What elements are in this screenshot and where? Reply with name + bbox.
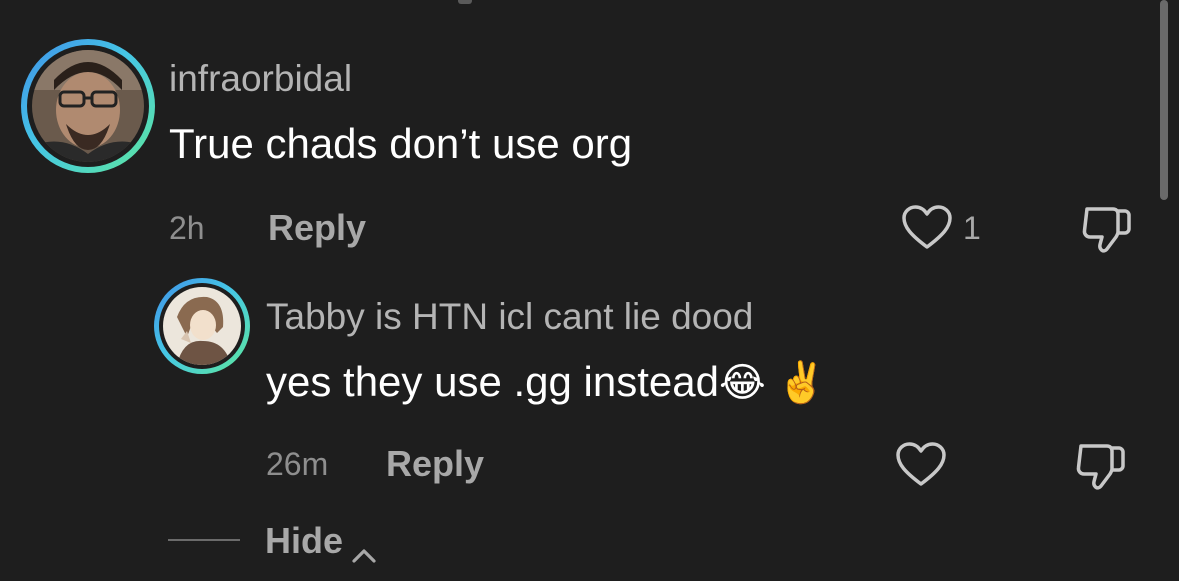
heart-outline-icon[interactable] bbox=[901, 205, 953, 251]
reply-reply-button[interactable]: Reply bbox=[386, 444, 484, 484]
reply-thumbs-down-outline-icon[interactable] bbox=[1074, 440, 1128, 492]
comment-like-count: 1 bbox=[963, 210, 981, 246]
reply-username[interactable]: Tabby is HTN icl cant lie dood bbox=[266, 297, 753, 337]
comment-timestamp: 2h bbox=[169, 210, 205, 246]
avatar[interactable] bbox=[21, 39, 155, 173]
reply-timestamp: 26m bbox=[266, 446, 329, 482]
top-edge-marker bbox=[458, 0, 472, 4]
thread-divider bbox=[168, 539, 240, 541]
hide-replies-label: Hide bbox=[265, 520, 344, 561]
avatar-photo bbox=[32, 50, 144, 162]
reply-heart-outline-icon[interactable] bbox=[895, 442, 947, 488]
comment-reply-button[interactable]: Reply bbox=[268, 208, 366, 248]
hide-replies-button[interactable]: Hide bbox=[265, 520, 377, 563]
reply-text: yes they use .gg instead😂 ✌️ bbox=[266, 359, 827, 406]
chevron-up-icon bbox=[351, 532, 377, 563]
thumbs-down-outline-icon[interactable] bbox=[1080, 203, 1134, 255]
comment-username[interactable]: infraorbidal bbox=[169, 59, 352, 99]
reply-emoji: 😂 ✌️ bbox=[718, 361, 827, 405]
reply-avatar-photo bbox=[163, 287, 241, 365]
comment-text: True chads don’t use org bbox=[169, 120, 633, 167]
reply-avatar[interactable] bbox=[154, 278, 250, 374]
scrollbar[interactable] bbox=[1160, 0, 1168, 200]
reply-text-body: yes they use .gg instead bbox=[266, 358, 719, 405]
